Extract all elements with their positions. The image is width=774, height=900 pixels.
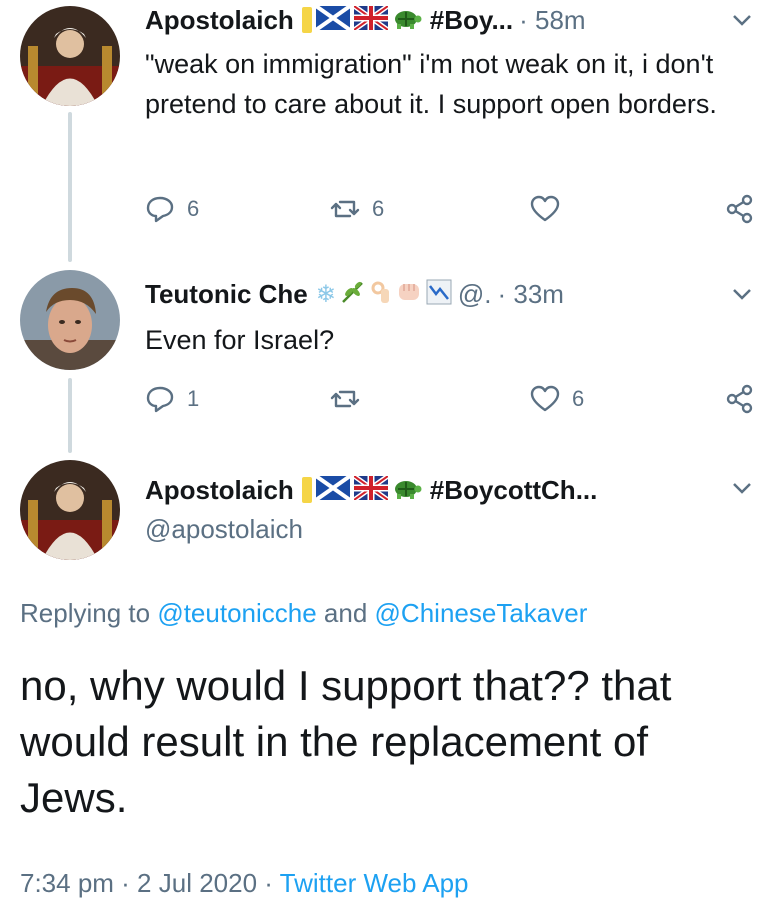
name-emojis: ❄	[316, 279, 452, 310]
display-name[interactable]: Apostolaich	[145, 475, 294, 506]
name-emojis	[301, 3, 422, 35]
avatar-image	[20, 460, 120, 560]
tweet-text: no, why would I support that?? that woul…	[20, 662, 672, 821]
reply-icon	[146, 196, 174, 223]
share-icon	[726, 384, 753, 414]
scotland-flag-icon	[314, 473, 351, 505]
scotland-flag-icon	[314, 3, 351, 35]
avatar-apostolaich[interactable]	[20, 460, 120, 560]
tweet-text: Even for Israel?	[145, 325, 335, 355]
like-button[interactable]: 6	[530, 384, 584, 414]
hashtag[interactable]: #BoycottCh...	[430, 475, 598, 506]
retweet-icon	[330, 390, 360, 408]
thread-line	[68, 378, 72, 453]
avatar-apostolaich[interactable]	[20, 6, 120, 106]
replying-and: and	[316, 598, 375, 628]
replying-prefix: Replying to	[20, 598, 158, 628]
raised-fist-icon	[396, 279, 422, 310]
hashtag[interactable]: #Boy...	[430, 5, 513, 36]
tweet-2[interactable]: Teutonic Che ❄ @. · 33m Even for Israel?…	[0, 262, 774, 453]
tweet-header: Teutonic Che ❄ @. · 33m	[145, 276, 754, 312]
like-icon	[530, 385, 560, 412]
reply-button[interactable]: 1	[145, 384, 199, 414]
tweet-header: Apostolaich #Boy... · 58m	[145, 2, 754, 38]
avatar-teutonic-che[interactable]	[20, 270, 120, 370]
snowflake-icon: ❄	[315, 280, 336, 308]
mention-link[interactable]: @ChineseTakaver	[375, 598, 588, 628]
tweet-actions: 6 6	[145, 194, 765, 234]
share-button[interactable]	[725, 194, 755, 224]
display-name[interactable]: Apostolaich	[145, 5, 294, 36]
reply-count: 1	[187, 386, 200, 411]
thread-line	[68, 112, 72, 262]
user-handle[interactable]: @apostolaich	[145, 514, 303, 545]
flag-sash-icon	[301, 477, 312, 503]
display-name[interactable]: Teutonic Che	[145, 279, 308, 310]
retweet-button[interactable]	[330, 384, 372, 414]
reply-icon	[146, 386, 174, 413]
like-button[interactable]	[530, 194, 572, 224]
chart-decreasing-icon	[426, 279, 452, 310]
tweet-3-focused: Apostolaich #BoycottCh... @apostolaich R…	[0, 452, 774, 900]
tweet-meta: 7:34 pm · 2 Jul 2020 · Twitter Web App	[20, 868, 469, 899]
tweet-time[interactable]: · 33m	[497, 279, 563, 310]
avatar-image	[20, 270, 120, 370]
name-emojis	[301, 473, 422, 505]
share-icon	[726, 194, 753, 224]
uk-flag-icon	[352, 3, 390, 35]
retweet-button[interactable]: 6	[330, 194, 384, 224]
reply-count: 6	[187, 196, 200, 221]
user-handle[interactable]: @.	[458, 279, 492, 310]
chevron-down-icon[interactable]	[730, 282, 754, 306]
flag-sash-icon	[301, 7, 312, 33]
timestamp[interactable]: 7:34 pm · 2 Jul 2020 ·	[20, 868, 280, 898]
plant-icon	[340, 280, 366, 309]
retweet-icon	[330, 200, 360, 218]
avatar-image	[20, 6, 120, 106]
reply-button[interactable]: 6	[145, 194, 199, 224]
tweet-header: Apostolaich #BoycottCh...	[145, 472, 754, 508]
uk-flag-icon	[352, 473, 390, 505]
like-count: 6	[572, 386, 585, 411]
ok-hand-icon	[370, 279, 392, 310]
replying-to: Replying to @teutonicche and @ChineseTak…	[20, 598, 587, 629]
chevron-down-icon[interactable]	[730, 476, 754, 500]
tweet-1[interactable]: Apostolaich #Boy... · 58m "weak on immig…	[0, 0, 774, 262]
share-button[interactable]	[725, 384, 755, 414]
turtle-icon	[392, 7, 422, 34]
retweet-count: 6	[372, 196, 385, 221]
tweet-text: "weak on immigration" i'm not weak on it…	[145, 49, 717, 119]
mention-link[interactable]: @teutonicche	[157, 598, 316, 628]
turtle-icon	[392, 477, 422, 504]
tweet-time[interactable]: · 58m	[519, 5, 585, 36]
chevron-down-icon[interactable]	[730, 8, 754, 32]
like-icon	[530, 195, 560, 222]
tweet-actions: 1 6	[145, 384, 765, 424]
source-app-link[interactable]: Twitter Web App	[280, 868, 469, 898]
